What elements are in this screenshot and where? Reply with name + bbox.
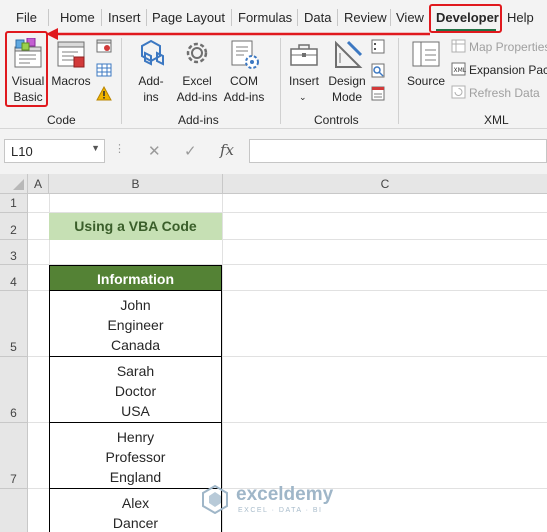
row-header-4[interactable]: 4 [0,265,28,291]
watermark-name: exceldemy [236,484,334,505]
cell-line: Engineer [107,317,164,333]
refresh-data-icon[interactable] [451,85,466,99]
information-header-cell[interactable]: Information [49,265,222,291]
gridline [222,194,223,532]
cell-line: England [109,469,162,485]
select-all-corner[interactable] [0,174,28,194]
row-header-1[interactable]: 1 [0,194,28,213]
cell-line: Sarah [116,363,155,379]
row-header-5[interactable]: 5 [0,291,28,357]
cell-line: Alex [121,495,150,511]
name-box[interactable]: L10 ▼ [4,139,105,163]
table-row[interactable]: John Engineer Canada [49,291,222,357]
table-row[interactable]: Sarah Doctor USA [49,357,222,423]
chevron-down-icon[interactable]: ⌄ [299,92,307,103]
cell-line: Professor [105,449,166,465]
expansion-packs-label[interactable]: Expansion Packs [469,63,547,77]
exceldemy-logo-icon [202,484,228,515]
cell-line: Dancer [112,515,159,531]
formula-input[interactable] [249,139,547,163]
pointer-arrow [46,28,430,40]
add-ins-group-label: Add-ins [178,113,219,127]
cell-line: USA [121,403,150,419]
run-dialog-icon[interactable] [371,86,385,101]
macro-security-icon[interactable] [96,86,112,101]
svg-text:XML: XML [454,67,467,74]
refresh-data-label: Refresh Data [469,86,540,100]
cell-line: Henry [116,429,155,445]
cell-line: Canada [110,337,161,353]
column-header-b[interactable]: B [49,174,223,194]
macros-button[interactable]: Macros [49,73,93,89]
row-header-2[interactable]: 2 [0,213,28,240]
row-header-6[interactable]: 6 [0,357,28,423]
formula-bar: L10 ▼ ⋮ ✕ ✓ fx [0,129,547,174]
excel-add-ins-button[interactable]: Excel Add-ins [172,73,222,105]
column-header-c[interactable]: C [223,174,547,194]
table-row[interactable]: Henry Professor England [49,423,222,489]
enter-icon[interactable]: ✓ [184,142,197,160]
source-button[interactable]: Source [403,73,449,89]
row-header-8[interactable]: 8 [0,489,28,532]
add-ins-button[interactable]: Add- ins [131,73,171,105]
view-code-icon[interactable] [371,63,385,78]
chevron-down-icon[interactable]: ▼ [91,143,100,153]
title-cell[interactable]: Using a VBA Code [49,213,222,240]
name-box-value: L10 [11,144,33,159]
column-header-a[interactable]: A [28,174,49,194]
watermark-tagline: EXCEL · DATA · BI [238,507,323,514]
row-header-7[interactable]: 7 [0,423,28,489]
xml-group-label: XML [484,113,509,127]
watermark: exceldemy EXCEL · DATA · BI [200,484,333,519]
code-group-label: Code [47,113,76,127]
relative-references-icon[interactable] [96,63,112,77]
table-row[interactable]: Alex Dancer [49,489,222,532]
com-add-ins-button[interactable]: COM Add-ins [219,73,269,105]
design-mode-button[interactable]: Design Mode [324,73,370,105]
cell-line: John [120,297,151,313]
cell-line: Doctor [114,383,157,399]
expansion-packs-icon[interactable]: XML [451,62,466,76]
select-all-triangle-icon [13,179,24,190]
insert-controls-button[interactable]: Insert [283,73,325,89]
formula-bar-grip-icon: ⋮ [114,143,125,155]
row-header-3[interactable]: 3 [0,240,28,265]
cancel-icon[interactable]: ✕ [148,142,161,160]
insert-function-icon[interactable]: fx [220,141,234,159]
controls-group-label: Controls [314,113,359,127]
